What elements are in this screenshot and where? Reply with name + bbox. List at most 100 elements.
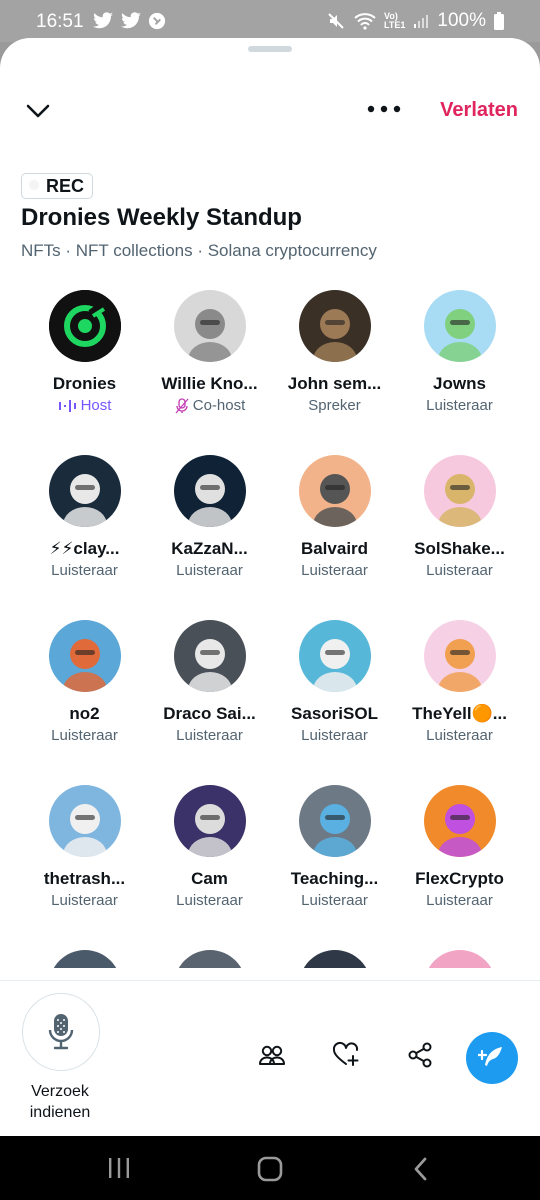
wifi-icon xyxy=(354,13,376,30)
twitter-notification-icon xyxy=(121,12,141,29)
participant-role: Luisteraar xyxy=(272,727,397,744)
avatar[interactable] xyxy=(298,785,371,857)
avatar[interactable] xyxy=(173,950,246,968)
participant-role: Luisteraar xyxy=(397,727,522,744)
participant-role-label: Luisteraar xyxy=(426,562,493,579)
participant[interactable]: Willie Kno... Co-host xyxy=(147,290,272,414)
avatar-figure xyxy=(437,804,482,857)
participant[interactable] xyxy=(147,950,272,968)
avatar[interactable] xyxy=(298,290,371,362)
bottom-action-bar: Verzoek indienen xyxy=(0,980,540,1136)
participant-role: Luisteraar xyxy=(22,892,147,909)
participant-name: no2 xyxy=(69,704,100,723)
recents-icon[interactable] xyxy=(106,1156,132,1180)
mic-off-icon xyxy=(175,397,189,413)
participant[interactable]: TheYell🟠... Luisteraar xyxy=(397,620,522,744)
participant[interactable]: John sem... Spreker xyxy=(272,290,397,414)
status-bar: 16:51 Vo) LTE1 100% xyxy=(0,0,540,42)
avatar-figure xyxy=(187,639,232,692)
participant[interactable]: SasoriSOL Luisteraar xyxy=(272,620,397,744)
participant[interactable]: no2 Luisteraar xyxy=(22,620,147,744)
participant-role-label: Luisteraar xyxy=(176,892,243,909)
participant-role: Luisteraar xyxy=(397,397,522,414)
participant-role-label: Luisteraar xyxy=(176,727,243,744)
avatar[interactable] xyxy=(423,290,496,362)
request-label[interactable]: Verzoek indienen xyxy=(12,1081,108,1123)
avatar[interactable] xyxy=(173,785,246,857)
avatar[interactable] xyxy=(173,290,246,362)
participant-role-label: Spreker xyxy=(308,397,361,414)
participant[interactable]: Teaching... Luisteraar xyxy=(272,785,397,909)
avatar[interactable] xyxy=(298,620,371,692)
participant[interactable] xyxy=(22,950,147,968)
avatar[interactable] xyxy=(48,620,121,692)
avatar[interactable] xyxy=(48,290,121,362)
participant[interactable]: Dronies Host xyxy=(22,290,147,414)
participant[interactable]: KaZzaN... Luisteraar xyxy=(147,455,272,579)
leave-button[interactable]: Verlaten xyxy=(440,99,518,122)
back-icon[interactable] xyxy=(410,1156,432,1182)
participant[interactable] xyxy=(272,950,397,968)
participant-role: Luisteraar xyxy=(397,562,522,579)
participant[interactable]: SolShake... Luisteraar xyxy=(397,455,522,579)
avatar-figure xyxy=(174,950,246,968)
avatar-figure xyxy=(437,639,482,692)
recording-label: REC xyxy=(46,175,85,196)
participant-role-label: Luisteraar xyxy=(51,892,118,909)
participant[interactable]: Jowns Luisteraar xyxy=(397,290,522,414)
participant[interactable]: ⚡⚡clay... Luisteraar xyxy=(22,455,147,579)
avatar[interactable] xyxy=(48,950,121,968)
people-icon[interactable] xyxy=(258,1041,286,1069)
participant-role-label: Luisteraar xyxy=(51,562,118,579)
home-icon[interactable] xyxy=(256,1156,284,1182)
participant[interactable]: Draco Sai... Luisteraar xyxy=(147,620,272,744)
avatar[interactable] xyxy=(173,455,246,527)
avatar[interactable] xyxy=(48,455,121,527)
participant-role: Luisteraar xyxy=(147,727,272,744)
participant-role-label: Luisteraar xyxy=(176,562,243,579)
participant-name: thetrash... xyxy=(43,869,126,888)
participant[interactable]: Balvaird Luisteraar xyxy=(272,455,397,579)
record-icon xyxy=(29,180,39,190)
participant[interactable]: FlexCrypto Luisteraar xyxy=(397,785,522,909)
avatar-figure xyxy=(187,474,232,527)
avatar-figure xyxy=(299,950,371,968)
chevron-down-icon[interactable] xyxy=(24,100,52,122)
participant-name: SasoriSOL xyxy=(291,704,378,723)
avatar-figure xyxy=(424,950,496,968)
avatar-figure xyxy=(312,639,357,692)
compose-tweet-button[interactable] xyxy=(466,1032,518,1084)
avatar[interactable] xyxy=(423,455,496,527)
notification-icons xyxy=(92,12,166,30)
drag-handle[interactable] xyxy=(248,46,292,52)
participant-role-label: Luisteraar xyxy=(51,727,118,744)
avatar-figure xyxy=(49,950,121,968)
avatar-figure xyxy=(62,804,107,857)
participant-role: Host xyxy=(22,397,147,414)
avatar[interactable] xyxy=(423,785,496,857)
mic-icon xyxy=(48,1014,74,1050)
space-title: Dronies Weekly Standup xyxy=(21,204,302,231)
avatar-figure xyxy=(437,474,482,527)
avatar[interactable] xyxy=(298,455,371,527)
avatar[interactable] xyxy=(48,785,121,857)
participant-name: Cam xyxy=(191,869,228,888)
avatar[interactable] xyxy=(173,620,246,692)
heart-plus-icon[interactable] xyxy=(332,1041,360,1069)
avatar[interactable] xyxy=(298,950,371,968)
participant-role-label: Luisteraar xyxy=(426,727,493,744)
share-icon[interactable] xyxy=(406,1041,434,1069)
request-mic-button[interactable] xyxy=(22,993,100,1071)
participant-role: Spreker xyxy=(272,397,397,414)
participant-name: TheYell🟠... xyxy=(412,704,507,723)
participant[interactable]: thetrash... Luisteraar xyxy=(22,785,147,909)
space-topics[interactable]: NFTs · NFT collections · Solana cryptocu… xyxy=(21,241,377,261)
avatar[interactable] xyxy=(423,950,496,968)
participant[interactable] xyxy=(397,950,522,968)
more-icon[interactable] xyxy=(366,103,402,115)
recording-badge: REC xyxy=(21,173,94,199)
avatar[interactable] xyxy=(423,620,496,692)
avatar-figure xyxy=(187,804,232,857)
participant-role-label: Luisteraar xyxy=(426,892,493,909)
participant[interactable]: Cam Luisteraar xyxy=(147,785,272,909)
